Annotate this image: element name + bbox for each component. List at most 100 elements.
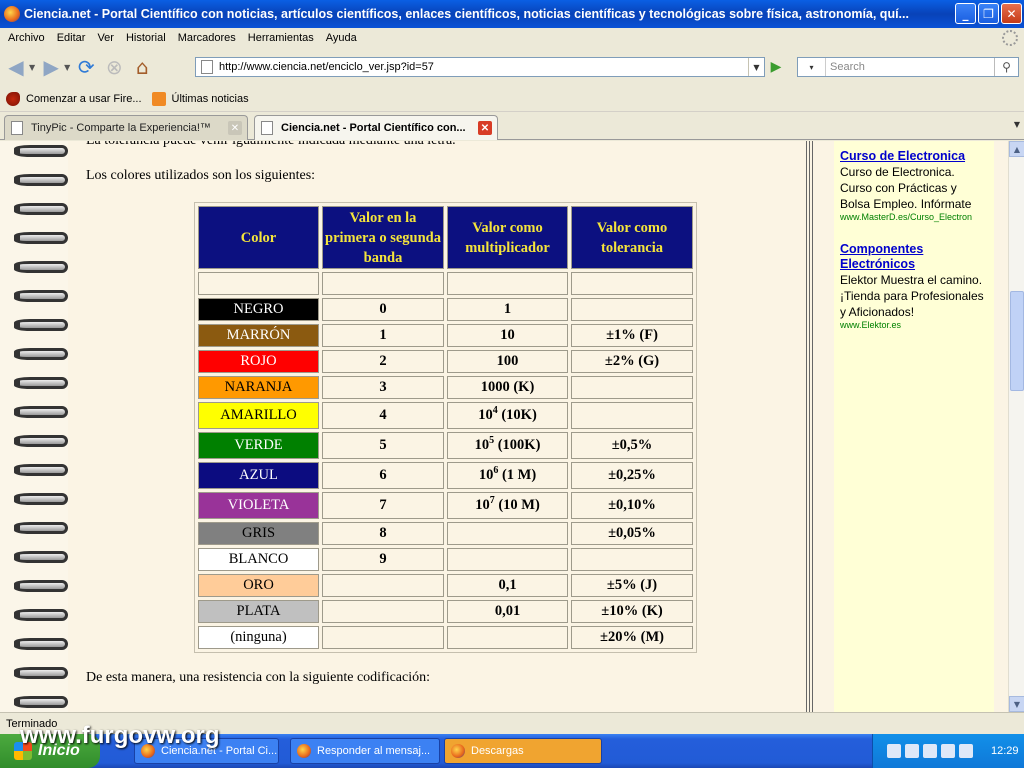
expand-tray-icon[interactable] — [905, 744, 919, 758]
table-row: AZUL 6 106 (1 M) ±0,25% — [198, 462, 693, 489]
tab-list-dropdown[interactable]: ▼ — [1014, 120, 1020, 129]
spiral-ring — [14, 348, 68, 360]
menu-herramientas[interactable]: Herramientas — [242, 32, 320, 44]
color-name-cell: MARRÓN — [198, 324, 319, 347]
spiral-ring — [14, 377, 68, 389]
color-name-cell: ROJO — [198, 350, 319, 373]
tab-close-button[interactable]: ✕ — [228, 121, 242, 135]
spiral-ring — [14, 319, 68, 331]
table-row: GRIS 8 ±0,05% — [198, 522, 693, 545]
multiplier-cell: 1000 (K) — [447, 376, 568, 399]
spiral-ring — [14, 261, 68, 273]
menu-ayuda[interactable]: Ayuda — [320, 32, 363, 44]
firefox-logo-icon — [4, 6, 20, 22]
tab-tinypic[interactable]: TinyPic - Comparte la Experiencia!™ ✕ — [4, 115, 248, 140]
forward-arrow-icon: ▶ — [43, 55, 59, 79]
taskbar-item-responder[interactable]: Responder al mensaj... — [290, 738, 440, 764]
ad-componentes-electronicos: Componentes Electrónicos Elektor Muestra… — [840, 242, 988, 330]
tolerance-cell: ±0,10% — [571, 492, 693, 519]
reload-icon: ⟳ — [77, 55, 95, 79]
url-bar[interactable]: http://www.ciencia.net/enciclo_ver.jsp?i… — [195, 57, 765, 77]
search-button[interactable]: ⚲ — [994, 58, 1018, 76]
table-row: NARANJA 3 1000 (K) — [198, 376, 693, 399]
spiral-ring — [14, 464, 68, 476]
band-value-cell: 6 — [322, 462, 444, 489]
back-button[interactable]: ◀ — [4, 55, 28, 79]
tolerance-cell: ±10% (K) — [571, 600, 693, 623]
volume-icon[interactable] — [941, 744, 955, 758]
ad-body: Elektor Muestra el camino. ¡Tienda para … — [840, 273, 984, 319]
band-value-cell: 2 — [322, 350, 444, 373]
vertical-scrollbar[interactable]: ▲ ▼ — [1008, 141, 1024, 712]
multiplier-cell — [447, 522, 568, 545]
back-history-dropdown[interactable]: ▼ — [29, 63, 35, 72]
ad-url-link[interactable]: www.MasterD.es/Curso_Electron — [840, 212, 988, 222]
search-engine-selector[interactable]: ▾ — [798, 58, 826, 76]
search-placeholder[interactable]: Search — [830, 61, 865, 73]
network-icon[interactable] — [923, 744, 937, 758]
firefox-icon — [297, 744, 311, 758]
go-button[interactable]: ▶ — [766, 58, 786, 76]
table-row: ROJO 2 100 ±2% (G) — [198, 350, 693, 373]
home-icon: ⌂ — [135, 55, 149, 79]
spiral-ring — [14, 696, 68, 708]
scrollbar-thumb[interactable] — [1010, 291, 1024, 391]
ad-sidebar: Curso de Electronica Curso de Electronic… — [814, 141, 1008, 712]
forward-button[interactable]: ▶ — [39, 55, 63, 79]
menu-ver[interactable]: Ver — [91, 32, 120, 44]
band-value-cell — [322, 574, 444, 597]
bookmark-label: Últimas noticias — [171, 92, 249, 105]
tab-close-button[interactable]: ✕ — [478, 121, 492, 135]
keyboard-icon[interactable] — [887, 744, 901, 758]
menu-historial[interactable]: Historial — [120, 32, 172, 44]
spiral-ring — [14, 406, 68, 418]
ad-url-link[interactable]: www.Elektor.es — [840, 320, 988, 330]
color-name-cell: (ninguna) — [198, 626, 319, 649]
ad-title-link[interactable]: Componentes Electrónicos — [840, 242, 988, 272]
table-row: NEGRO 0 1 — [198, 298, 693, 321]
ad-body: Curso de Electronica. Curso con Práctica… — [840, 165, 972, 211]
tolerance-cell — [571, 298, 693, 321]
multiplier-base: 10 — [478, 407, 493, 423]
home-button[interactable]: ⌂ — [130, 55, 154, 79]
url-text[interactable]: http://www.ciencia.net/enciclo_ver.jsp?i… — [219, 61, 434, 73]
menu-archivo[interactable]: Archivo — [2, 32, 51, 44]
table-row: PLATA 0,01 ±10% (K) — [198, 600, 693, 623]
ad-title-link[interactable]: Curso de Electronica — [840, 149, 988, 164]
close-button[interactable]: ✕ — [1001, 3, 1022, 24]
stop-icon: ⊗ — [105, 55, 123, 79]
stop-button[interactable]: ⊗ — [102, 55, 126, 79]
menu-marcadores[interactable]: Marcadores — [172, 32, 242, 44]
menu-bar: Archivo Editar Ver Historial Marcadores … — [0, 28, 1024, 48]
url-history-dropdown[interactable]: ▼ — [748, 58, 764, 76]
scroll-down-button[interactable]: ▼ — [1009, 696, 1024, 712]
color-name-cell: AZUL — [198, 462, 319, 489]
reload-button[interactable]: ⟳ — [74, 55, 98, 79]
table-row: (ninguna) ±20% (M) — [198, 626, 693, 649]
multiplier-base: 10 — [474, 437, 490, 453]
taskbar-item-descargas[interactable]: Descargas — [444, 738, 602, 764]
spiral-ring — [14, 609, 68, 621]
header-band-value: Valor en la primera o segunda banda — [322, 206, 444, 269]
color-name-cell: AMARILLO — [198, 402, 319, 429]
star-icon[interactable] — [959, 744, 973, 758]
forward-history-dropdown[interactable]: ▼ — [64, 63, 70, 72]
search-box[interactable]: ▾ Search ⚲ — [797, 57, 1019, 77]
tab-ciencia[interactable]: Ciencia.net - Portal Científico con... ✕ — [254, 115, 498, 140]
scroll-up-button[interactable]: ▲ — [1009, 141, 1024, 157]
spiral-ring — [14, 667, 68, 679]
tolerance-cell: ±0,5% — [571, 432, 693, 459]
window-title: Ciencia.net - Portal Científico con noti… — [24, 7, 909, 21]
multiplier-base: 1000 (K) — [480, 379, 535, 395]
bookmark-latest-news[interactable]: Últimas noticias — [151, 91, 249, 106]
spiral-ring — [14, 522, 68, 534]
minimize-button[interactable]: _ — [955, 3, 976, 24]
bookmarks-toolbar: Comenzar a usar Fire... Últimas noticias — [0, 86, 1024, 112]
table-row: VIOLETA 7 107 (10 M) ±0,10% — [198, 492, 693, 519]
window-controls: _ ❐ ✕ — [955, 3, 1022, 24]
multiplier-suffix: (10K) — [497, 407, 537, 423]
menu-editar[interactable]: Editar — [51, 32, 92, 44]
bookmark-getting-started[interactable]: Comenzar a usar Fire... — [6, 91, 142, 106]
spiral-ring — [14, 232, 68, 244]
maximize-button[interactable]: ❐ — [978, 3, 999, 24]
